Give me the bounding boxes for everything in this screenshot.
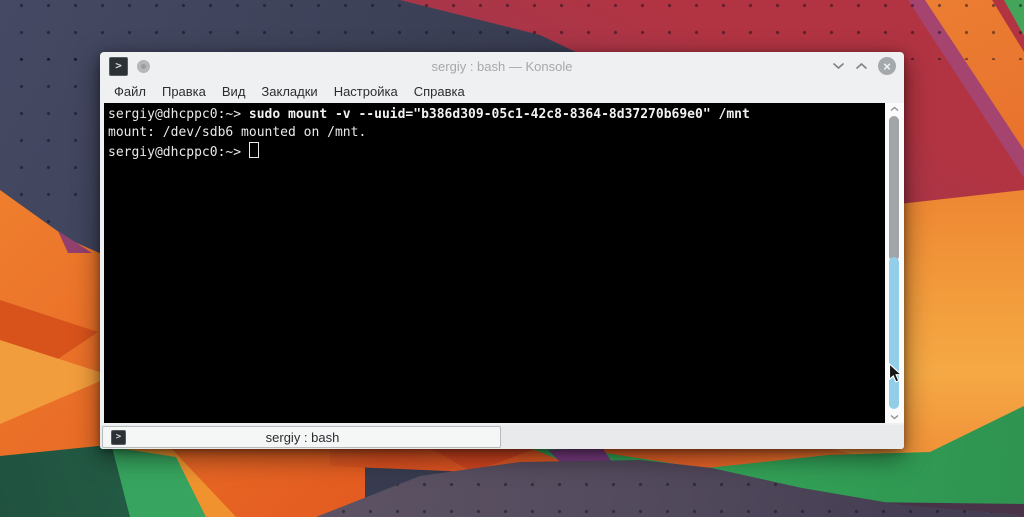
chevron-up-icon [855,62,868,70]
shell-command: sudo mount -v --uuid="b386d309-05c1-42c8… [248,107,750,122]
terminal-line: mount: /dev/sdb6 mounted on /mnt. [108,124,885,142]
menu-item-file[interactable]: Файл [106,84,154,99]
menu-item-settings[interactable]: Настройка [326,84,406,99]
menu-item-bookmarks[interactable]: Закладки [253,84,325,99]
menu-item-view[interactable]: Вид [214,84,254,99]
tab-icon-glyph: > [115,431,122,442]
tab-label: sergiy : bash [265,429,340,445]
scroll-down-icon[interactable] [890,414,899,420]
titlebar[interactable]: > sergiy : bash — Konsole × [100,52,904,80]
terminal-cursor [248,142,259,158]
pin-icon[interactable] [137,59,150,73]
minimize-button[interactable] [832,62,845,70]
terminal-tab[interactable]: > sergiy : bash [102,426,501,448]
menu-item-edit[interactable]: Правка [154,84,214,99]
close-icon: × [883,58,891,74]
maximize-button[interactable] [855,62,868,70]
scroll-up-icon[interactable] [890,106,899,112]
menubar: Файл Правка Вид Закладки Настройка Справ… [100,80,904,103]
terminal-tab-icon: > [111,429,126,445]
konsole-glyph: > [115,58,122,72]
shell-prompt: sergiy@dhcppc0:~> [108,107,249,122]
menu-item-help[interactable]: Справка [406,84,473,99]
konsole-app-icon[interactable]: > [109,56,128,76]
konsole-window: > sergiy : bash — Konsole × Файл Правка … [100,52,904,449]
close-button[interactable]: × [878,57,896,75]
chevron-down-icon [832,62,845,70]
scrollbar-track[interactable] [889,116,899,261]
command-output: mount: /dev/sdb6 mounted on /mnt. [108,125,367,140]
desktop: > sergiy : bash — Konsole × Файл Правка … [0,0,1024,517]
window-title: sergiy : bash — Konsole [431,58,573,74]
terminal-line: sergiy@dhcppc0:~> sudo mount -v --uuid="… [108,106,885,124]
window-controls: × [832,57,896,75]
terminal-area: sergiy@dhcppc0:~> sudo mount -v --uuid="… [104,103,904,423]
terminal-line: sergiy@dhcppc0:~> [108,142,885,162]
scrollbar-thumb[interactable] [889,257,899,409]
tab-bar: > sergiy : bash [100,425,904,449]
shell-prompt: sergiy@dhcppc0:~> [108,145,249,160]
mouse-cursor-icon [888,363,903,383]
terminal-screen[interactable]: sergiy@dhcppc0:~> sudo mount -v --uuid="… [104,103,885,423]
